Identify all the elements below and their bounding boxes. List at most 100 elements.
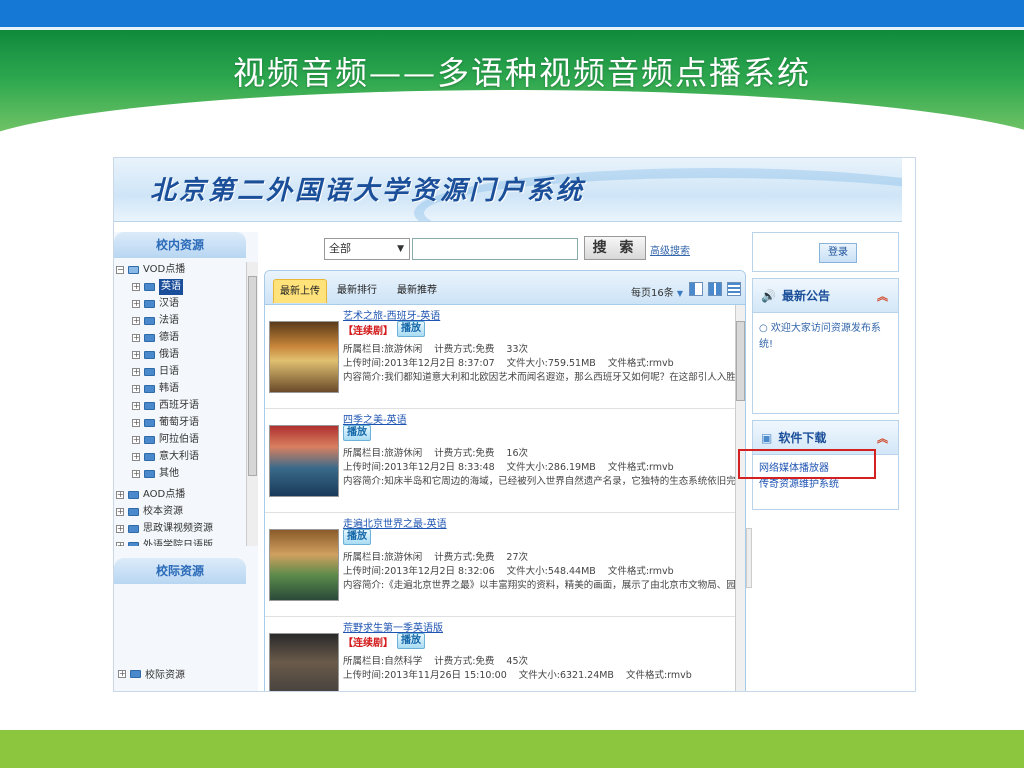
video-thumbnail[interactable] bbox=[269, 633, 339, 691]
tree-node-language[interactable]: + 英语 bbox=[132, 278, 183, 296]
dropdown-arrow-icon: ▼ bbox=[676, 289, 684, 298]
campus-resources-header[interactable]: 校内资源 bbox=[114, 232, 246, 258]
folder-icon bbox=[144, 317, 155, 325]
search-button[interactable]: 搜 索 bbox=[584, 236, 646, 260]
expand-icon[interactable]: + bbox=[132, 419, 140, 427]
expand-icon[interactable]: + bbox=[132, 402, 140, 410]
expand-icon[interactable]: + bbox=[116, 525, 124, 533]
per-page-select[interactable]: 每页16条 ▼ bbox=[631, 284, 683, 299]
play-button[interactable]: 播放 bbox=[343, 529, 371, 545]
expand-icon[interactable]: + bbox=[132, 470, 140, 478]
tree-node-other[interactable]: + 外语学院日语版... bbox=[116, 538, 223, 546]
item-size: 文件大小:548.44MB bbox=[506, 566, 596, 577]
expand-icon[interactable]: + bbox=[132, 317, 140, 325]
tab-latest-ranking[interactable]: 最新排行 bbox=[331, 279, 383, 303]
folder-open-icon bbox=[128, 266, 139, 274]
expand-icon[interactable]: + bbox=[132, 283, 140, 291]
play-button[interactable]: 播放 bbox=[343, 425, 371, 441]
item-uploaded: 上传时间:2013年11月26日 15:10:00 bbox=[343, 670, 507, 681]
expand-icon[interactable]: + bbox=[132, 453, 140, 461]
resource-items: 艺术之旅-西班牙-英语 【连续剧】 播放 所属栏目:旅游休闲 计费方式:免费 33次 上传时… bbox=[265, 305, 735, 691]
tree-node-language[interactable]: + 汉语 bbox=[132, 296, 179, 312]
notice-header[interactable]: 🔊 最新公告 ︽ bbox=[753, 279, 898, 313]
tree-node-label: 葡萄牙语 bbox=[159, 416, 199, 428]
search-scope-select[interactable]: 全部 ▼ bbox=[324, 238, 410, 260]
inter-campus-header[interactable]: 校际资源 bbox=[114, 558, 246, 584]
notice-item[interactable]: ○ 欢迎大家访问资源发布系统! bbox=[753, 313, 898, 361]
expand-icon[interactable]: + bbox=[116, 542, 124, 546]
advanced-search-link[interactable]: 高级搜索 bbox=[650, 242, 690, 257]
expand-icon[interactable]: + bbox=[116, 508, 124, 516]
list-scroll-thumb[interactable] bbox=[736, 321, 745, 401]
tree-node-label: 其他 bbox=[159, 467, 179, 479]
expand-icon[interactable]: + bbox=[132, 300, 140, 308]
play-button[interactable]: 播放 bbox=[397, 633, 425, 649]
tree-node-language[interactable]: + 日语 bbox=[132, 364, 179, 380]
folder-icon bbox=[144, 283, 155, 291]
play-button[interactable]: 播放 bbox=[397, 321, 425, 337]
detail-view-icon[interactable] bbox=[727, 282, 741, 296]
download-icon: ▣ bbox=[761, 430, 773, 445]
expand-icon[interactable]: + bbox=[132, 368, 140, 376]
collapse-chevron-icon[interactable]: ︽ bbox=[877, 430, 888, 446]
video-thumbnail[interactable] bbox=[269, 529, 339, 601]
item-title-link[interactable]: 荒野求生第一季英语版 bbox=[343, 619, 443, 634]
expand-icon[interactable]: + bbox=[132, 334, 140, 342]
list-scrollbar[interactable] bbox=[735, 305, 745, 691]
collapse-icon[interactable]: − bbox=[116, 266, 124, 274]
slide-top-bar bbox=[0, 0, 1024, 27]
folder-icon bbox=[144, 419, 155, 427]
tree-node-campus[interactable]: + 校际资源 bbox=[118, 666, 185, 681]
grid-view-icon[interactable] bbox=[708, 282, 722, 296]
tree-node-language[interactable]: + 其他 bbox=[132, 466, 179, 482]
login-button[interactable]: 登录 bbox=[819, 243, 857, 263]
speaker-icon: 🔊 bbox=[761, 288, 776, 303]
tree-node-language[interactable]: + 法语 bbox=[132, 313, 179, 329]
item-title-link[interactable]: 四季之美-英语 bbox=[343, 411, 407, 426]
panel-split-handle[interactable] bbox=[746, 528, 752, 588]
tree-node-language[interactable]: + 西班牙语 bbox=[132, 398, 199, 414]
tree-node-language[interactable]: + 阿拉伯语 bbox=[132, 432, 199, 448]
download-link-maintenance[interactable]: 传奇资源维护系统 bbox=[753, 477, 898, 493]
tree-node-language[interactable]: + 俄语 bbox=[132, 347, 179, 363]
tab-latest-upload[interactable]: 最新上传 bbox=[273, 279, 327, 303]
item-title-link[interactable]: 艺术之旅-西班牙-英语 bbox=[343, 307, 440, 322]
tree-node-other[interactable]: + AOD点播 bbox=[116, 487, 185, 503]
tree-node-other[interactable]: + 思政课视频资源 bbox=[116, 521, 213, 537]
tree-node-language[interactable]: + 德语 bbox=[132, 330, 179, 346]
login-box: 登录 bbox=[752, 232, 899, 272]
expand-icon[interactable]: + bbox=[132, 351, 140, 359]
notice-title: 最新公告 bbox=[781, 289, 830, 303]
item-uploaded: 上传时间:2013年12月2日 8:37:07 bbox=[343, 358, 495, 369]
tree-scroll-thumb[interactable] bbox=[248, 276, 257, 476]
collapse-chevron-icon[interactable]: ︽ bbox=[877, 288, 888, 304]
search-input[interactable] bbox=[412, 238, 578, 260]
item-billing: 计费方式:免费 bbox=[434, 656, 495, 667]
tree-node-label: 德语 bbox=[159, 331, 179, 343]
list-view-icon[interactable] bbox=[689, 282, 703, 296]
tree-node-language[interactable]: + 韩语 bbox=[132, 381, 179, 397]
item-intro: 内容简介:《走遍北京世界之最》以丰富翔实的资料，精美的画面，展示了由北京市文物局… bbox=[343, 580, 735, 591]
tree-node-vod[interactable]: − VOD点播 bbox=[116, 262, 185, 278]
tree-node-label: 意大利语 bbox=[159, 450, 199, 462]
tab-latest-recommend[interactable]: 最新推荐 bbox=[391, 279, 443, 303]
serial-badge: 【连续剧】 bbox=[343, 637, 393, 649]
expand-icon[interactable]: + bbox=[118, 669, 126, 678]
expand-icon[interactable]: + bbox=[132, 385, 140, 393]
item-size: 文件大小:759.51MB bbox=[506, 358, 596, 369]
expand-icon[interactable]: + bbox=[116, 491, 124, 499]
tree-node-language[interactable]: + 葡萄牙语 bbox=[132, 415, 199, 431]
video-thumbnail[interactable] bbox=[269, 321, 339, 393]
tree-node-label: 日语 bbox=[159, 365, 179, 377]
resource-tree: − VOD点播 + 英语 + 汉语 + 法语 + 德语 + 俄语 + 日语 + 韩语 + 西班牙语 + 葡萄牙语 +… bbox=[114, 262, 246, 546]
tree-node-language[interactable]: + 意大利语 bbox=[132, 449, 199, 465]
item-title-link[interactable]: 走遍北京世界之最-英语 bbox=[343, 515, 447, 530]
video-thumbnail[interactable] bbox=[269, 425, 339, 497]
dropdown-arrow-icon: ▼ bbox=[397, 244, 404, 254]
highlight-box bbox=[738, 449, 876, 479]
serial-badge: 【连续剧】 bbox=[343, 325, 393, 337]
folder-icon bbox=[144, 436, 155, 444]
expand-icon[interactable]: + bbox=[132, 436, 140, 444]
tree-node-other[interactable]: + 校本资源 bbox=[116, 504, 183, 520]
tree-scrollbar[interactable] bbox=[246, 262, 258, 546]
